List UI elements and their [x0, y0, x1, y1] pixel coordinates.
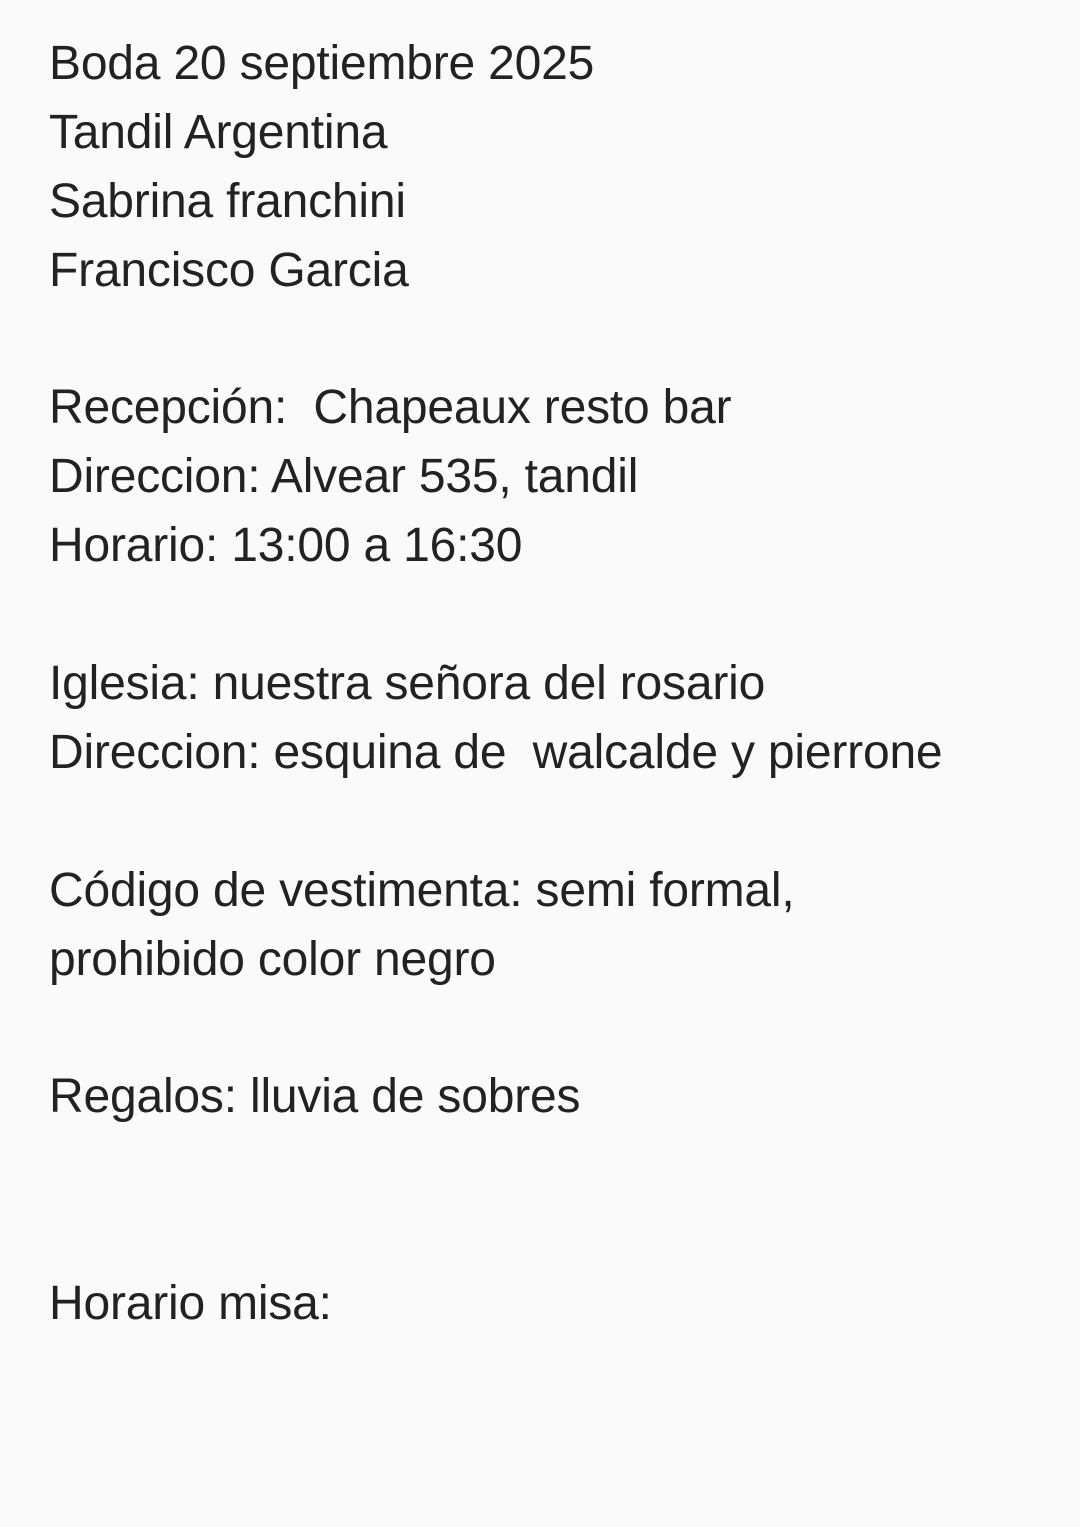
note-text-area[interactable]: Boda 20 septiembre 2025 Tandil Argentina… — [49, 30, 1059, 1339]
church-line: Iglesia: nuestra señora del rosario — [49, 657, 766, 711]
reception-address-line: Direccion: Alvear 535, tandil — [49, 450, 639, 504]
gifts-line: Regalos: lluvia de sobres — [49, 1070, 581, 1124]
reception-line: Recepción: Chapeaux resto bar — [49, 381, 732, 435]
note-title-line: Boda 20 septiembre 2025 — [49, 37, 595, 90]
mass-time-line: Horario misa: — [49, 1277, 332, 1331]
groom-name-line: Francisco Garcia — [49, 243, 409, 297]
reception-hours-line: Horario: 13:00 a 16:30 — [49, 519, 523, 573]
dress-code-line: Código de vestimenta: semi formal, — [49, 863, 795, 917]
church-address-line: Direccion: esquina de walcalde y pierron… — [49, 725, 943, 779]
note-screen: Boda 20 septiembre 2025 Tandil Argentina… — [0, 0, 1080, 1527]
bride-name-line: Sabrina franchini — [49, 174, 406, 228]
location-line: Tandil Argentina — [49, 105, 388, 159]
dress-code-continued-line: prohibido color negro — [49, 932, 496, 986]
